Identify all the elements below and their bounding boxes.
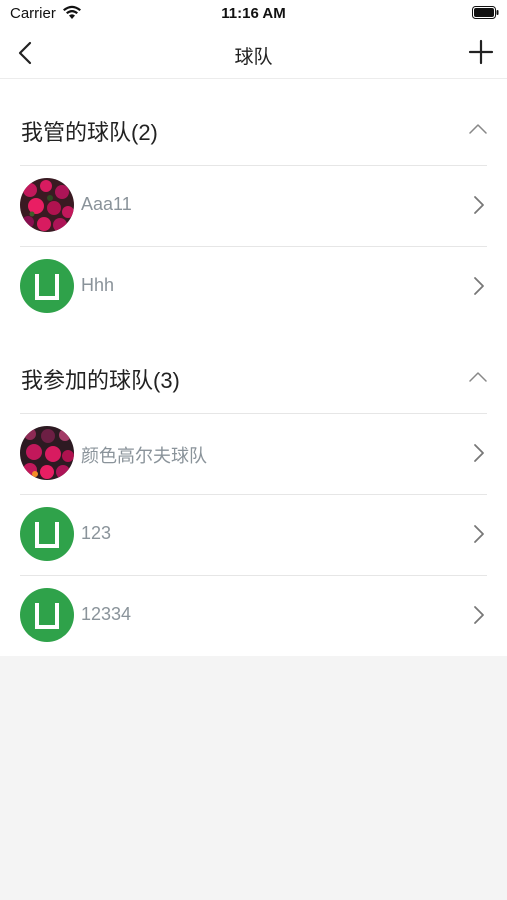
team-list: 我管的球队(2) Aaa11 Hhh 我参加的球队(3) 颜色高尔夫球队 123… [0,79,507,656]
status-time: 11:16 AM [221,5,286,22]
team-name: Aaa11 [81,194,132,214]
section-title: 我参加的球队(3) [21,368,180,393]
avatar [20,426,74,480]
avatar [20,507,74,561]
avatar [20,259,74,313]
list-item[interactable]: 颜色高尔夫球队 [0,413,507,493]
section-header-managed[interactable]: 我管的球队(2) [0,79,507,164]
avatar [20,588,74,642]
section-title: 我管的球队(2) [21,120,158,145]
avatar [20,178,74,232]
battery-icon [472,6,499,19]
chevron-right-icon [474,525,484,543]
list-item[interactable]: 12334 [0,575,507,655]
team-name: 123 [81,523,112,543]
list-item[interactable]: 123 [0,494,507,574]
chevron-right-icon [474,444,484,462]
list-item[interactable]: Hhh [0,246,507,326]
team-name: 12334 [81,604,132,624]
chevron-right-icon [474,196,484,214]
team-name: 颜色高尔夫球队 [81,446,207,466]
chevron-right-icon [474,606,484,624]
team-name: Hhh [81,275,115,295]
chevron-up-icon[interactable] [469,123,487,135]
section-header-joined[interactable]: 我参加的球队(3) [0,327,507,412]
status-bar: Carrier 11:16 AM [0,0,507,28]
divider [20,575,487,576]
divider [20,246,487,247]
chevron-up-icon[interactable] [469,371,487,383]
divider [20,165,487,166]
chevron-right-icon [474,277,484,295]
page-title: 球队 [234,47,273,68]
nav-bar: 球队 [0,28,507,79]
divider [20,494,487,495]
divider [20,413,487,414]
list-item[interactable]: Aaa11 [0,165,507,245]
plus-icon[interactable] [467,38,495,66]
